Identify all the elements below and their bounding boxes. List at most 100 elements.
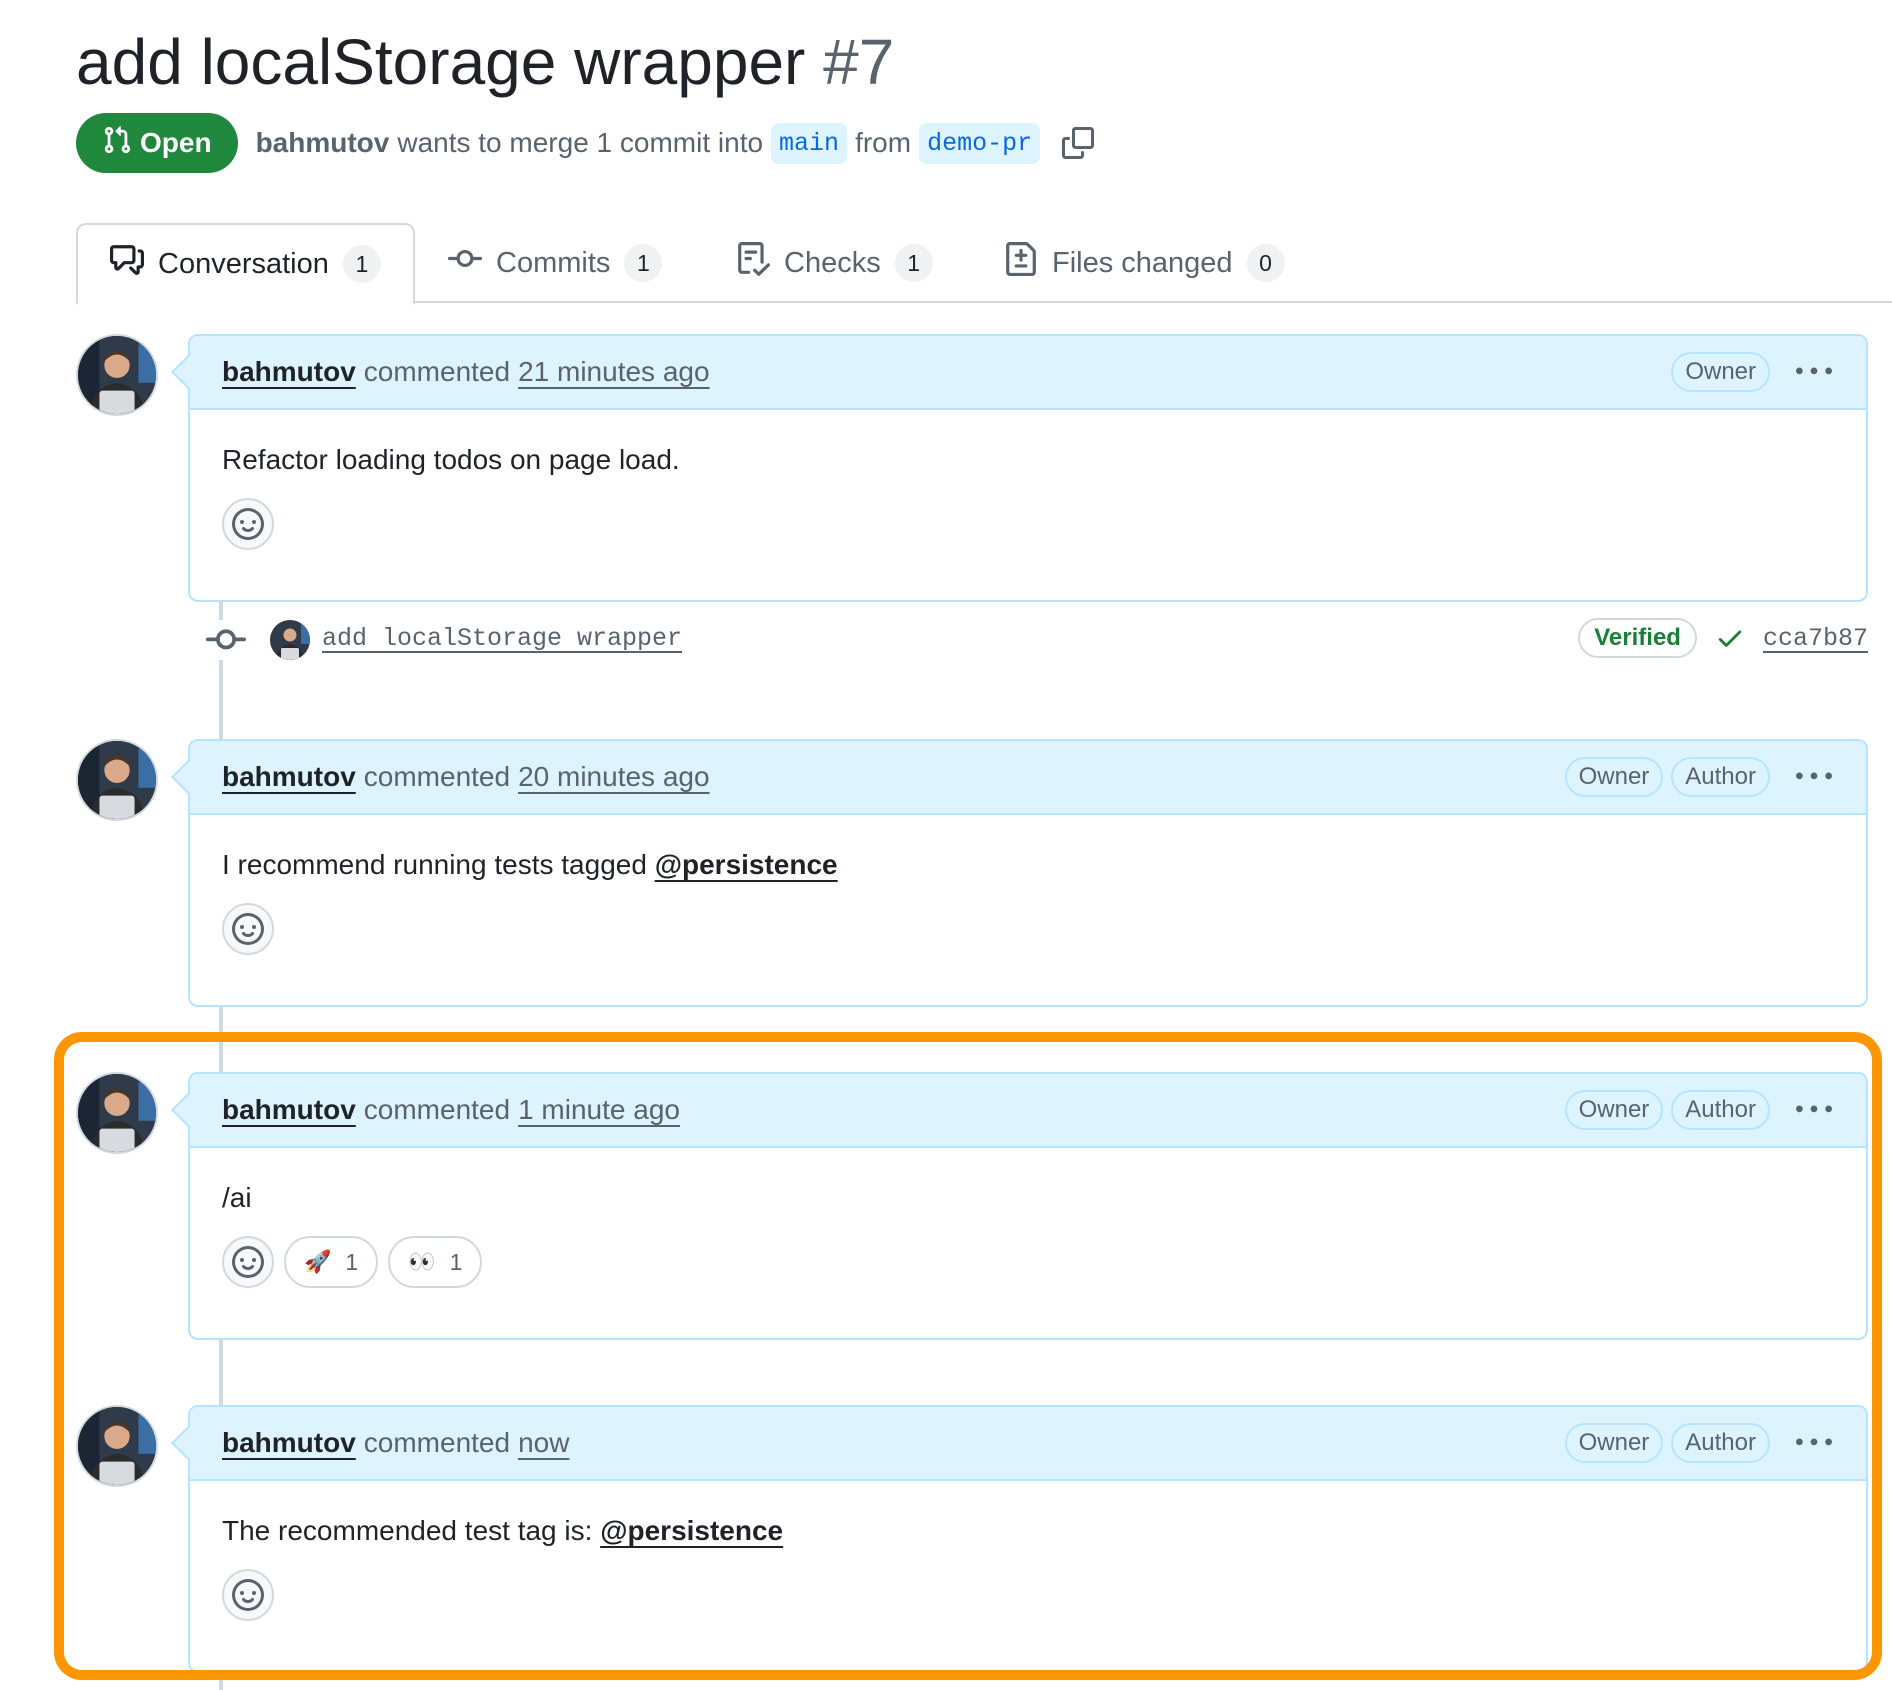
comment-header: bahmutov commented 20 minutes ago Owner …	[190, 741, 1866, 815]
comment-header: bahmutov commented now Owner Author	[190, 1407, 1866, 1481]
comment-header-right: Owner	[1671, 352, 1834, 392]
comment-body: Refactor loading todos on page load.	[190, 410, 1866, 498]
avatar[interactable]	[76, 1072, 158, 1154]
comment-body: I recommend running tests tagged @persis…	[190, 815, 1866, 903]
kebab-horizontal-icon[interactable]	[1794, 1423, 1834, 1463]
tab-label: Commits	[496, 246, 611, 279]
comment-timestamp[interactable]: 21 minutes ago	[518, 356, 709, 388]
head-branch[interactable]: demo-pr	[919, 122, 1041, 164]
commit-sha-link[interactable]: cca7b87	[1763, 624, 1868, 653]
tab-counter: 0	[1246, 244, 1285, 282]
tab-files-changed[interactable]: Files changed 0	[1004, 223, 1285, 303]
reaction-rocket[interactable]: 🚀 1	[284, 1236, 379, 1288]
tab-commits[interactable]: Commits 1	[448, 223, 663, 303]
reactions-bar	[190, 1569, 1866, 1647]
pr-author-link[interactable]: bahmutov	[256, 127, 390, 159]
comment-text: Refactor loading todos on page load.	[222, 444, 680, 475]
comment-discussion-icon	[110, 243, 144, 285]
comment-timestamp[interactable]: 20 minutes ago	[518, 761, 709, 793]
verified-badge[interactable]: Verified	[1578, 618, 1697, 658]
comment-author-link[interactable]: bahmutov	[222, 1094, 356, 1126]
reaction-count: 1	[449, 1248, 463, 1275]
commit-row: add localStorage wrapper Verified cca7b8…	[188, 610, 1868, 670]
tab-label: Checks	[784, 246, 881, 279]
comment-header: bahmutov commented 21 minutes ago Owner	[190, 336, 1866, 410]
base-branch[interactable]: main	[771, 122, 848, 164]
file-diff-icon	[1004, 242, 1038, 284]
commit-meta: Verified cca7b87	[1578, 618, 1868, 658]
avatar[interactable]	[76, 1405, 158, 1487]
comment-body: /ai	[190, 1148, 1866, 1236]
check-icon[interactable]	[1715, 623, 1745, 653]
git-commit-icon	[206, 620, 246, 660]
pr-page: add localStorage wrapper #7 Open bahmuto…	[0, 0, 1892, 1690]
comment-card: bahmutov commented 21 minutes ago Owner …	[171, 334, 1868, 602]
comment-card: bahmutov commented now Owner Author The …	[171, 1405, 1868, 1673]
smiley-icon[interactable]	[222, 1236, 274, 1288]
reactions-bar: 🚀 1 👀 1	[190, 1236, 1866, 1314]
mention-link[interactable]: @persistence	[655, 849, 838, 880]
comment-text: /ai	[222, 1182, 252, 1213]
comment-action: commented	[363, 761, 511, 792]
owner-label: Owner	[1671, 352, 1770, 392]
comment-text: The recommended test tag is:	[222, 1515, 601, 1546]
tab-counter: 1	[894, 244, 933, 282]
pr-meta: Open bahmutov wants to merge 1 commit in…	[76, 113, 1096, 173]
kebab-horizontal-icon[interactable]	[1794, 757, 1834, 797]
from-text: from	[855, 127, 912, 158]
rocket-icon: 🚀	[304, 1249, 332, 1274]
git-pull-request-icon	[102, 125, 132, 162]
avatar[interactable]	[76, 334, 158, 416]
avatar[interactable]	[76, 739, 158, 821]
tab-checks[interactable]: Checks 1	[736, 223, 933, 303]
smiley-icon[interactable]	[222, 903, 274, 955]
pr-number: #7	[823, 26, 895, 98]
comment-header-right: Owner Author	[1564, 1423, 1834, 1463]
author-label: Author	[1671, 1090, 1770, 1130]
kebab-horizontal-icon[interactable]	[1794, 352, 1834, 392]
comment-card: bahmutov commented 20 minutes ago Owner …	[171, 739, 1868, 1007]
tab-counter: 1	[624, 244, 663, 282]
reactions-bar	[190, 903, 1866, 981]
state-badge: Open	[76, 113, 238, 173]
comment-author-link[interactable]: bahmutov	[222, 1427, 356, 1459]
comment-body: The recommended test tag is: @persistenc…	[190, 1481, 1866, 1569]
kebab-horizontal-icon[interactable]	[1794, 1090, 1834, 1130]
comment-card: bahmutov commented 1 minute ago Owner Au…	[171, 1072, 1868, 1340]
reactions-bar	[190, 498, 1866, 576]
tab-label: Conversation	[158, 247, 329, 280]
checklist-icon	[736, 242, 771, 284]
smiley-icon[interactable]	[222, 498, 274, 550]
pr-title-text: add localStorage wrapper	[76, 26, 806, 98]
tab-counter: 1	[342, 245, 381, 283]
reaction-count: 1	[345, 1248, 359, 1275]
mention-link[interactable]: @persistence	[600, 1515, 783, 1546]
tab-conversation[interactable]: Conversation 1	[76, 223, 415, 305]
pr-title: add localStorage wrapper #7	[76, 22, 894, 102]
commit-message-link[interactable]: add localStorage wrapper	[322, 624, 682, 653]
comment-header-right: Owner Author	[1564, 757, 1834, 797]
pr-tabs: Conversation 1 Commits 1 Checks 1 Files …	[76, 223, 1892, 305]
owner-label: Owner	[1564, 757, 1664, 797]
comment-author-link[interactable]: bahmutov	[222, 761, 356, 793]
state-label: Open	[140, 127, 212, 158]
copy-icon[interactable]	[1060, 125, 1096, 161]
eyes-icon: 👀	[408, 1249, 436, 1274]
author-label: Author	[1671, 757, 1770, 797]
author-label: Author	[1671, 1423, 1770, 1463]
comment-action: commented	[363, 356, 511, 387]
reaction-eyes[interactable]: 👀 1	[388, 1236, 483, 1288]
comment-text: I recommend running tests tagged	[222, 849, 655, 880]
comment-header: bahmutov commented 1 minute ago Owner Au…	[190, 1074, 1866, 1148]
comment-action: commented	[363, 1427, 511, 1458]
comment-author-link[interactable]: bahmutov	[222, 356, 356, 388]
comment-timestamp[interactable]: now	[518, 1427, 569, 1459]
git-commit-icon	[448, 242, 482, 284]
comment-timestamp[interactable]: 1 minute ago	[518, 1094, 680, 1126]
merge-text: wants to merge 1 commit into	[397, 127, 764, 158]
tab-label: Files changed	[1052, 246, 1233, 279]
smiley-icon[interactable]	[222, 1569, 274, 1621]
owner-label: Owner	[1564, 1090, 1664, 1130]
avatar[interactable]	[270, 620, 310, 660]
comment-header-right: Owner Author	[1564, 1090, 1834, 1130]
